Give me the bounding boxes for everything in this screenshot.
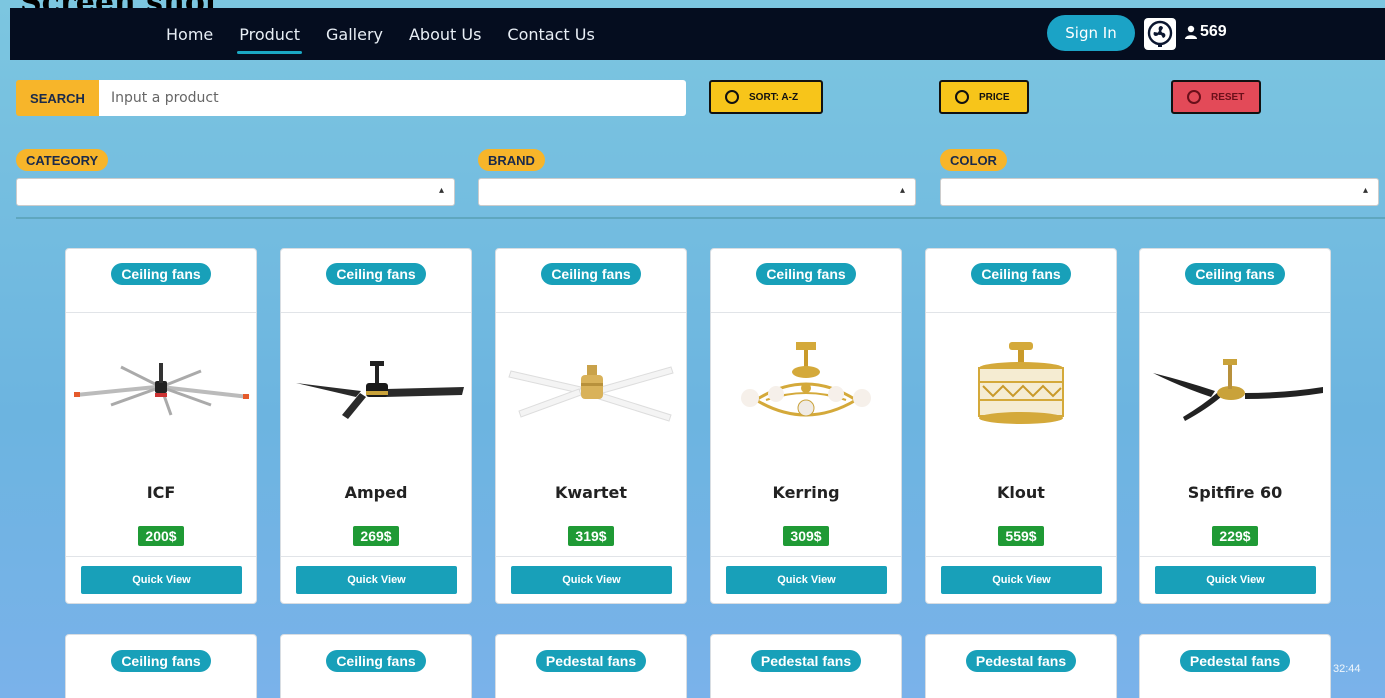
price-label: PRICE — [979, 91, 1010, 103]
category-badge: Ceiling fans — [1185, 263, 1285, 285]
select-arrows-icon: ▴︎ — [1362, 185, 1368, 196]
product-card: Ceiling fans ICF 200$ Quick View — [65, 248, 257, 604]
product-name: ICF — [146, 483, 176, 502]
nav-about-us[interactable]: About Us — [397, 21, 493, 48]
product-card: Pedestal fans — [495, 634, 687, 698]
product-card: Ceiling fans Kerring 309$ Quick View — [710, 248, 902, 604]
quick-view-button[interactable]: Quick View — [81, 566, 242, 594]
category-badge: Ceiling fans — [326, 263, 426, 285]
color-select[interactable]: ▴︎ — [940, 178, 1379, 206]
category-badge: Pedestal fans — [1179, 650, 1291, 672]
brand-select[interactable]: ▴︎ — [478, 178, 916, 206]
product-image[interactable] — [281, 313, 471, 473]
product-price: 559$ — [998, 526, 1044, 546]
color-label: COLOR — [940, 149, 1007, 171]
product-card: Ceiling fans Spitfire 60 229$ Quick View — [1139, 248, 1331, 604]
product-card: Ceiling fans — [65, 634, 257, 698]
product-price: 229$ — [1212, 526, 1258, 546]
product-price: 269$ — [353, 526, 399, 546]
clock-fragment: 32:44 — [1333, 663, 1361, 675]
user-count: 569 — [1184, 23, 1227, 41]
product-card: Pedestal fans — [1139, 634, 1331, 698]
user-icon — [1185, 25, 1197, 39]
category-badge: Pedestal fans — [535, 650, 647, 672]
radio-ring-icon — [725, 90, 739, 104]
product-price: 309$ — [783, 526, 829, 546]
sort-az-button[interactable]: SORT: A-Z — [709, 80, 823, 114]
search-label: SEARCH — [16, 80, 99, 116]
price-sort-button[interactable]: PRICE — [939, 80, 1029, 114]
product-card: Ceiling fans Amped 269$ Quick View — [280, 248, 472, 604]
product-image[interactable] — [496, 313, 686, 473]
nav-product[interactable]: Product — [227, 21, 312, 54]
category-badge: Ceiling fans — [326, 650, 426, 672]
nav-gallery[interactable]: Gallery — [314, 21, 395, 48]
category-label: CATEGORY — [16, 149, 109, 171]
product-image[interactable] — [66, 313, 256, 473]
product-card: Pedestal fans — [710, 634, 902, 698]
quick-view-button[interactable]: Quick View — [726, 566, 887, 594]
search-bar: SEARCH — [16, 80, 686, 116]
select-arrows-icon: ▴︎ — [899, 185, 905, 196]
category-badge: Ceiling fans — [971, 263, 1071, 285]
product-name: Amped — [344, 483, 408, 502]
product-name: Kwartet — [554, 483, 627, 502]
product-name: Spitfire 60 — [1187, 483, 1283, 502]
product-price: 200$ — [138, 526, 184, 546]
category-badge: Ceiling fans — [756, 263, 856, 285]
brand-label: BRAND — [478, 149, 545, 171]
category-badge: Ceiling fans — [111, 263, 211, 285]
quick-view-button[interactable]: Quick View — [941, 566, 1102, 594]
quick-view-button[interactable]: Quick View — [296, 566, 457, 594]
reset-button[interactable]: RESET — [1171, 80, 1261, 114]
select-arrows-icon: ▴︎ — [438, 185, 444, 196]
nav-links: Home Product Gallery About Us Contact Us — [154, 21, 609, 54]
product-card: Pedestal fans — [925, 634, 1117, 698]
product-price: 319$ — [568, 526, 614, 546]
sign-in-button[interactable]: Sign In — [1047, 15, 1135, 51]
page-caption: Screen shot — [20, 0, 219, 8]
category-select[interactable]: ▴︎ — [16, 178, 455, 206]
sort-label: SORT: A-Z — [749, 91, 799, 103]
product-name: Klout — [997, 483, 1045, 502]
fan-logo-icon[interactable] — [1144, 18, 1176, 50]
reset-label: RESET — [1211, 91, 1245, 103]
search-input[interactable] — [99, 80, 686, 116]
product-card: Ceiling fans Klout 559$ Quick View — [925, 248, 1117, 604]
product-image[interactable] — [1140, 313, 1330, 473]
category-badge: Ceiling fans — [541, 263, 641, 285]
product-image[interactable] — [926, 313, 1116, 473]
product-name: Kerring — [772, 483, 840, 502]
quick-view-button[interactable]: Quick View — [511, 566, 672, 594]
category-badge: Pedestal fans — [965, 650, 1077, 672]
user-count-value: 569 — [1200, 23, 1227, 40]
product-card: Ceiling fans Kwartet 319$ Quick View — [495, 248, 687, 604]
category-badge: Pedestal fans — [750, 650, 862, 672]
product-card: Ceiling fans — [280, 634, 472, 698]
category-badge: Ceiling fans — [111, 650, 211, 672]
quick-view-button[interactable]: Quick View — [1155, 566, 1316, 594]
product-image[interactable] — [711, 313, 901, 473]
radio-ring-icon — [1187, 90, 1201, 104]
nav-contact-us[interactable]: Contact Us — [495, 21, 606, 48]
nav-home[interactable]: Home — [154, 21, 225, 48]
section-divider — [16, 217, 1385, 219]
radio-ring-icon — [955, 90, 969, 104]
top-navbar: Home Product Gallery About Us Contact Us… — [10, 8, 1385, 60]
